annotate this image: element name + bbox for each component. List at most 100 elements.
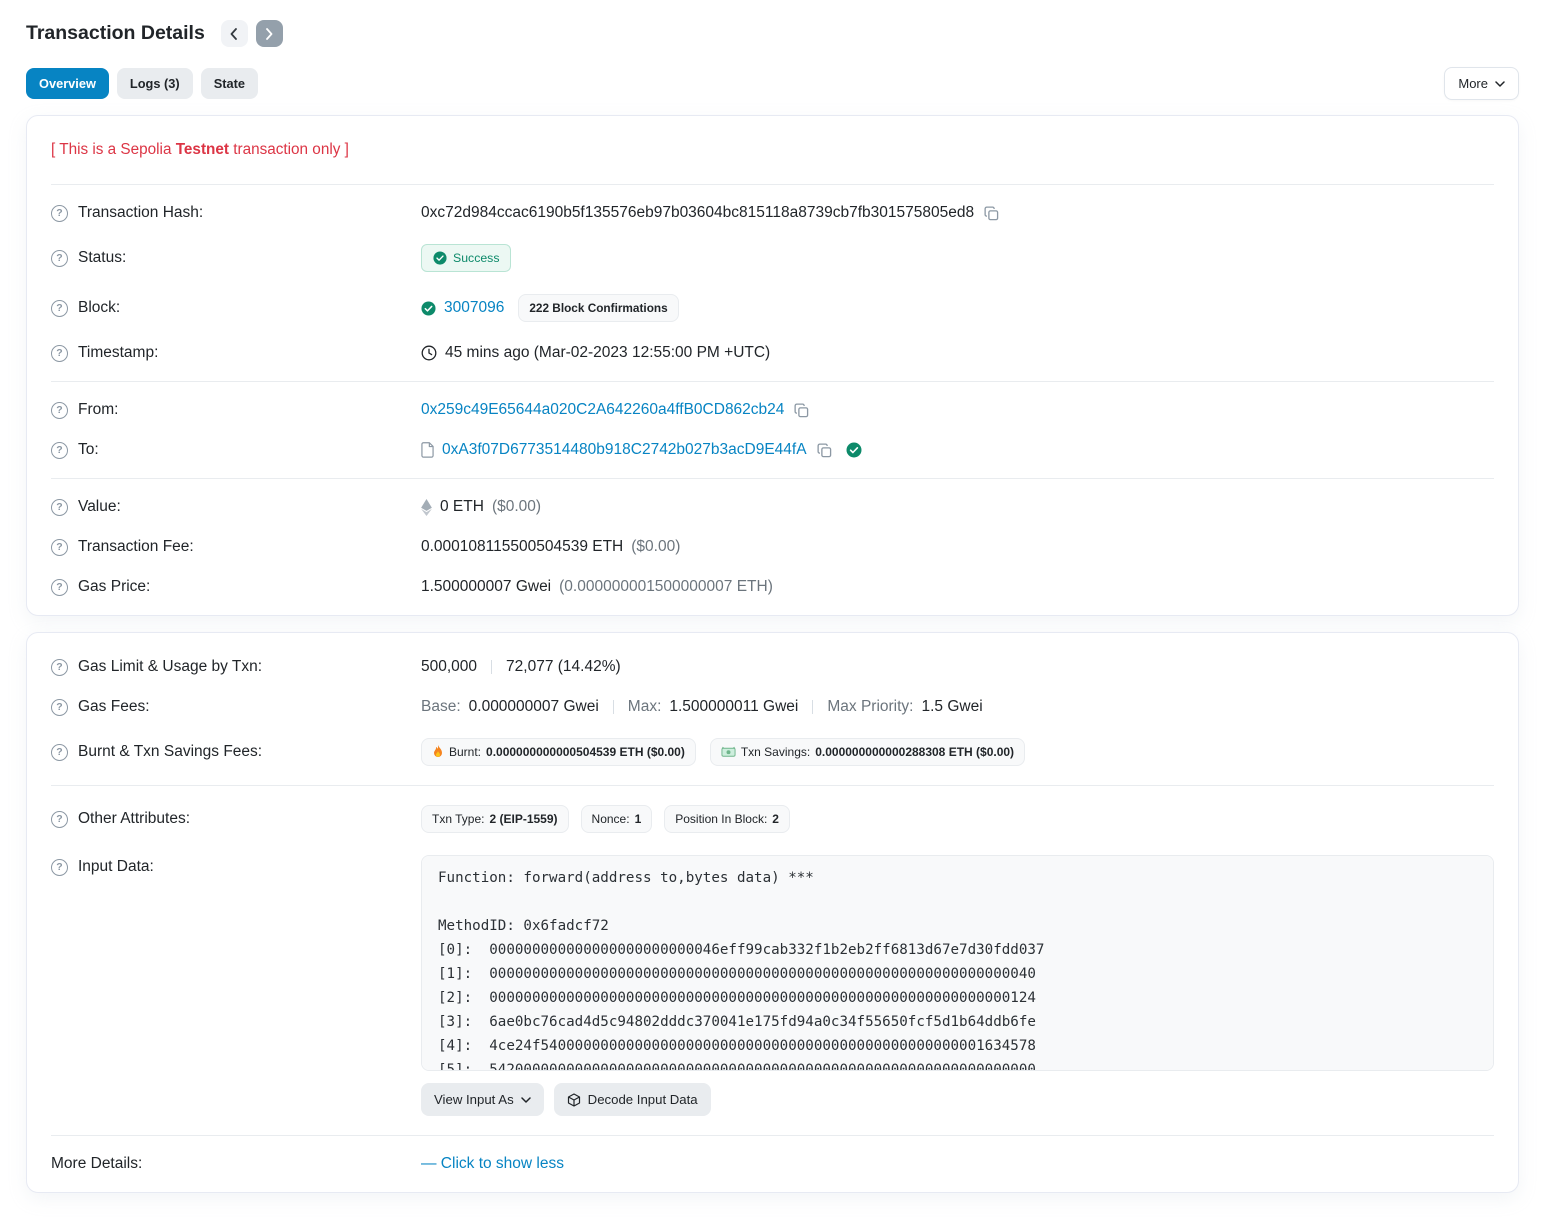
help-icon[interactable] bbox=[51, 205, 68, 222]
timestamp-label: Timestamp: bbox=[78, 344, 158, 362]
status-badge-label: Success bbox=[453, 251, 499, 265]
input-data-textarea[interactable]: Function: forward(address to,bytes data)… bbox=[421, 855, 1494, 1071]
status-label: Status: bbox=[78, 249, 126, 267]
transaction-fee-amount: 0.000108115500504539 ETH bbox=[421, 538, 623, 556]
txn-type-badge-value: 2 (EIP-1559) bbox=[489, 812, 557, 826]
overview-card: [ This is a Sepolia Testnet transaction … bbox=[26, 115, 1519, 616]
details-card: Gas Limit & Usage by Txn: 500,000 72,077… bbox=[26, 632, 1519, 1193]
gas-fees-label: Gas Fees: bbox=[78, 698, 150, 716]
gas-limit-row: Gas Limit & Usage by Txn: 500,000 72,077… bbox=[51, 647, 1494, 687]
row-label-group: Status: bbox=[51, 249, 421, 267]
row-value-group: 3007096 222 Block Confirmations bbox=[421, 294, 1494, 322]
help-icon[interactable] bbox=[51, 744, 68, 761]
chevron-down-icon bbox=[521, 1097, 531, 1103]
help-icon[interactable] bbox=[51, 659, 68, 676]
value-usd: ($0.00) bbox=[492, 498, 541, 516]
view-input-as-label: View Input As bbox=[434, 1092, 514, 1107]
row-label-group: Transaction Fee: bbox=[51, 538, 421, 556]
tab-logs[interactable]: Logs (3) bbox=[117, 68, 193, 99]
block-number-link[interactable]: 3007096 bbox=[444, 299, 504, 317]
tab-state[interactable]: State bbox=[201, 68, 258, 99]
from-address-link[interactable]: 0x259c49E65644a020C2A642260a4ffB0CD862cb… bbox=[421, 401, 784, 419]
transaction-hash-value: 0xc72d984ccac6190b5f135576eb97b03604bc81… bbox=[421, 204, 974, 222]
gas-price-amount: 1.500000007 Gwei bbox=[421, 578, 551, 596]
help-icon[interactable] bbox=[51, 811, 68, 828]
clock-icon bbox=[421, 345, 437, 361]
help-icon[interactable] bbox=[51, 539, 68, 556]
status-row: Status: Success bbox=[51, 233, 1494, 283]
more-button[interactable]: More bbox=[1444, 67, 1519, 100]
help-icon[interactable] bbox=[51, 442, 68, 459]
help-icon[interactable] bbox=[51, 579, 68, 596]
gas-usage-value: 72,077 (14.42%) bbox=[506, 658, 621, 676]
input-data-actions: View Input As Decode Input Data bbox=[421, 1083, 1494, 1116]
timestamp-row: Timestamp: 45 mins ago (Mar-02-2023 12:5… bbox=[51, 333, 1494, 373]
chevron-left-icon bbox=[230, 28, 238, 40]
transaction-hash-row: Transaction Hash: 0xc72d984ccac6190b5f13… bbox=[51, 193, 1494, 233]
row-value-group: 45 mins ago (Mar-02-2023 12:55:00 PM +UT… bbox=[421, 344, 1494, 362]
txn-type-badge: Txn Type: 2 (EIP-1559) bbox=[421, 805, 569, 833]
help-icon[interactable] bbox=[51, 300, 68, 317]
decode-cube-icon bbox=[567, 1093, 581, 1107]
row-label-group: Gas Fees: bbox=[51, 698, 421, 716]
page-title: Transaction Details bbox=[26, 22, 205, 45]
other-attributes-label: Other Attributes: bbox=[78, 810, 190, 828]
row-value-group: — Click to show less bbox=[421, 1155, 1494, 1173]
copy-hash-button[interactable] bbox=[982, 206, 1001, 221]
copy-icon bbox=[794, 403, 809, 418]
nonce-badge-value: 1 bbox=[635, 812, 642, 826]
divider bbox=[51, 184, 1494, 185]
gas-price-row: Gas Price: 1.500000007 Gwei (0.000000001… bbox=[51, 567, 1494, 607]
transaction-fee-row: Transaction Fee: 0.000108115500504539 ET… bbox=[51, 527, 1494, 567]
copy-from-address-button[interactable] bbox=[792, 403, 811, 418]
copy-icon bbox=[984, 206, 999, 221]
value-label: Value: bbox=[78, 498, 121, 516]
show-less-toggle-link[interactable]: — Click to show less bbox=[421, 1155, 564, 1173]
row-value-group: 0 ETH ($0.00) bbox=[421, 498, 1494, 516]
timestamp-value: 45 mins ago (Mar-02-2023 12:55:00 PM +UT… bbox=[445, 344, 770, 362]
row-value-group: 500,000 72,077 (14.42%) bbox=[421, 658, 1494, 676]
chevron-down-icon bbox=[1495, 81, 1505, 87]
copy-to-address-button[interactable] bbox=[815, 443, 834, 458]
gas-limit-value: 500,000 bbox=[421, 658, 477, 676]
row-label-group: More Details: bbox=[51, 1155, 421, 1173]
help-icon[interactable] bbox=[51, 345, 68, 362]
help-icon[interactable] bbox=[51, 499, 68, 516]
to-success-check-icon bbox=[846, 442, 862, 458]
row-value-group: Function: forward(address to,bytes data)… bbox=[421, 855, 1494, 1116]
row-value-group: 0.000108115500504539 ETH ($0.00) bbox=[421, 538, 1494, 556]
next-transaction-button[interactable] bbox=[256, 20, 283, 47]
help-icon[interactable] bbox=[51, 859, 68, 876]
row-label-group: Value: bbox=[51, 498, 421, 516]
nonce-badge: Nonce: 1 bbox=[581, 805, 653, 833]
decode-input-data-button[interactable]: Decode Input Data bbox=[554, 1083, 711, 1116]
to-row: To: 0xA3f07D6773514480b918C2742b027b3acD… bbox=[51, 430, 1494, 470]
help-icon[interactable] bbox=[51, 699, 68, 716]
value-amount: 0 ETH bbox=[440, 498, 484, 516]
base-fee-value: 0.000000007 Gwei bbox=[469, 698, 599, 716]
row-label-group: Timestamp: bbox=[51, 344, 421, 362]
row-label-group: Other Attributes: bbox=[51, 810, 421, 828]
row-value-group: 1.500000007 Gwei (0.000000001500000007 E… bbox=[421, 578, 1494, 596]
other-attributes-row: Other Attributes: Txn Type: 2 (EIP-1559)… bbox=[51, 794, 1494, 844]
row-label-group: Burnt & Txn Savings Fees: bbox=[51, 743, 421, 761]
to-address-link[interactable]: 0xA3f07D6773514480b918C2742b027b3acD9E44… bbox=[442, 441, 807, 459]
max-fee-label: Max: bbox=[628, 698, 662, 716]
gas-fees-row: Gas Fees: Base: 0.000000007 Gwei Max: 1.… bbox=[51, 687, 1494, 727]
help-icon[interactable] bbox=[51, 250, 68, 267]
block-finalized-check-icon bbox=[421, 301, 436, 316]
row-value-group: 0x259c49E65644a020C2A642260a4ffB0CD862cb… bbox=[421, 401, 1494, 419]
transaction-hash-label: Transaction Hash: bbox=[78, 204, 203, 222]
gas-limit-label: Gas Limit & Usage by Txn: bbox=[78, 658, 262, 676]
divider bbox=[51, 785, 1494, 786]
testnet-notice-bold: Testnet bbox=[176, 141, 229, 158]
block-row: Block: 3007096 222 Block Confirmations bbox=[51, 283, 1494, 333]
row-value-group: Txn Type: 2 (EIP-1559) Nonce: 1 Position… bbox=[421, 805, 1494, 833]
ethereum-icon bbox=[421, 499, 432, 516]
help-icon[interactable] bbox=[51, 402, 68, 419]
txn-savings-badge: Txn Savings: 0.000000000000288308 ETH ($… bbox=[710, 738, 1025, 766]
view-input-as-button[interactable]: View Input As bbox=[421, 1083, 544, 1116]
previous-transaction-button[interactable] bbox=[221, 20, 248, 47]
tab-overview[interactable]: Overview bbox=[26, 68, 109, 99]
block-confirmations-badge: 222 Block Confirmations bbox=[518, 294, 678, 322]
